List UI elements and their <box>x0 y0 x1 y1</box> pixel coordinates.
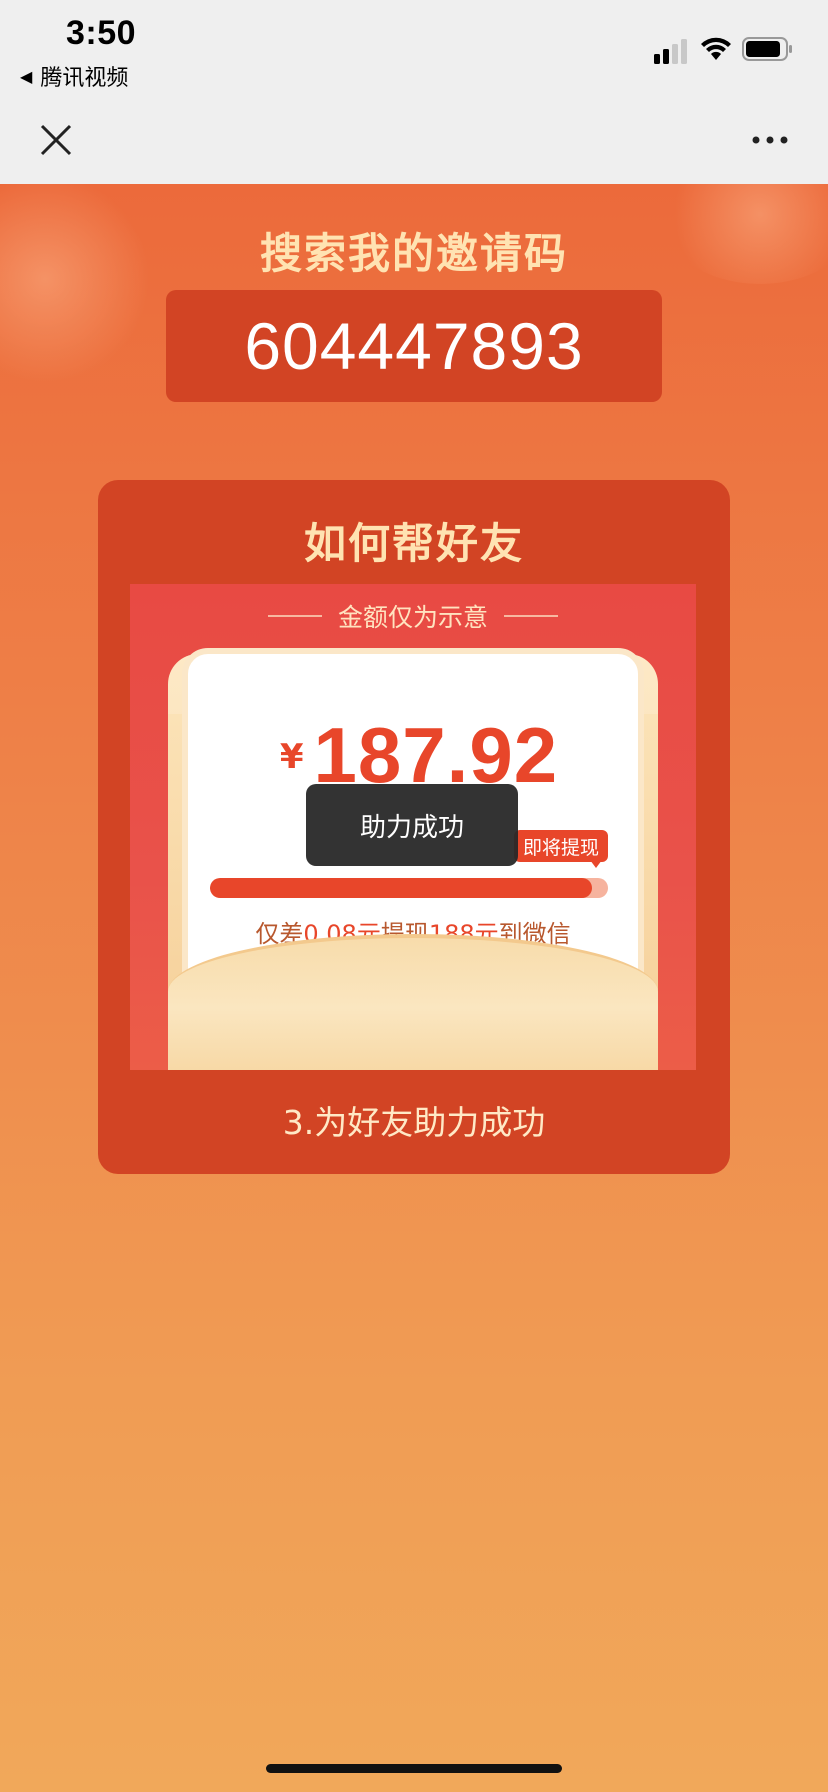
close-icon[interactable] <box>38 122 74 158</box>
invite-code-title: 搜索我的邀请码 <box>259 229 568 278</box>
invite-code: 604447893 <box>244 309 584 383</box>
help-card: 如何帮好友 金额仅为示意 ¥187.92 即将提现 仅差0.08元提现 <box>98 480 730 1174</box>
back-to-app-link[interactable]: ◀ 腾讯视频 <box>20 60 128 92</box>
status-bar: 3:50 ◀ 腾讯视频 <box>0 0 828 96</box>
battery-icon <box>742 37 792 61</box>
demo-note: 金额仅为示意 <box>130 598 696 634</box>
withdraw-soon-badge: 即将提现 <box>514 830 608 862</box>
back-triangle-icon: ◀ <box>20 66 33 86</box>
demo-note-text: 金额仅为示意 <box>337 603 488 632</box>
step-caption: 3.为好友助力成功 <box>282 1103 546 1142</box>
currency-symbol: ¥ <box>279 737 304 777</box>
main-page: 搜索我的邀请码 604447893 如何帮好友 金额仅为示意 ¥187.92 即 <box>0 184 828 1792</box>
toast-message: 助力成功 <box>306 784 518 866</box>
nav-bar <box>0 96 828 184</box>
invite-code-box[interactable]: 604447893 <box>166 290 662 402</box>
demo-illustration: 金额仅为示意 ¥187.92 即将提现 仅差0.08元提现188元到微信 助力成… <box>130 584 696 1070</box>
home-indicator[interactable] <box>266 1764 562 1773</box>
more-icon[interactable] <box>750 132 790 148</box>
back-app-label: 腾讯视频 <box>40 66 129 91</box>
progress-bar <box>210 878 608 898</box>
signal-icon <box>654 39 687 64</box>
progress-fill <box>210 878 593 898</box>
decorative-coin <box>0 184 150 384</box>
envelope-front <box>168 934 658 1070</box>
divider <box>504 615 558 617</box>
divider <box>267 615 322 617</box>
help-card-title: 如何帮好友 <box>303 519 524 568</box>
badge-pointer <box>590 860 602 868</box>
status-time: 3:50 <box>66 14 137 52</box>
wifi-icon <box>701 37 731 60</box>
